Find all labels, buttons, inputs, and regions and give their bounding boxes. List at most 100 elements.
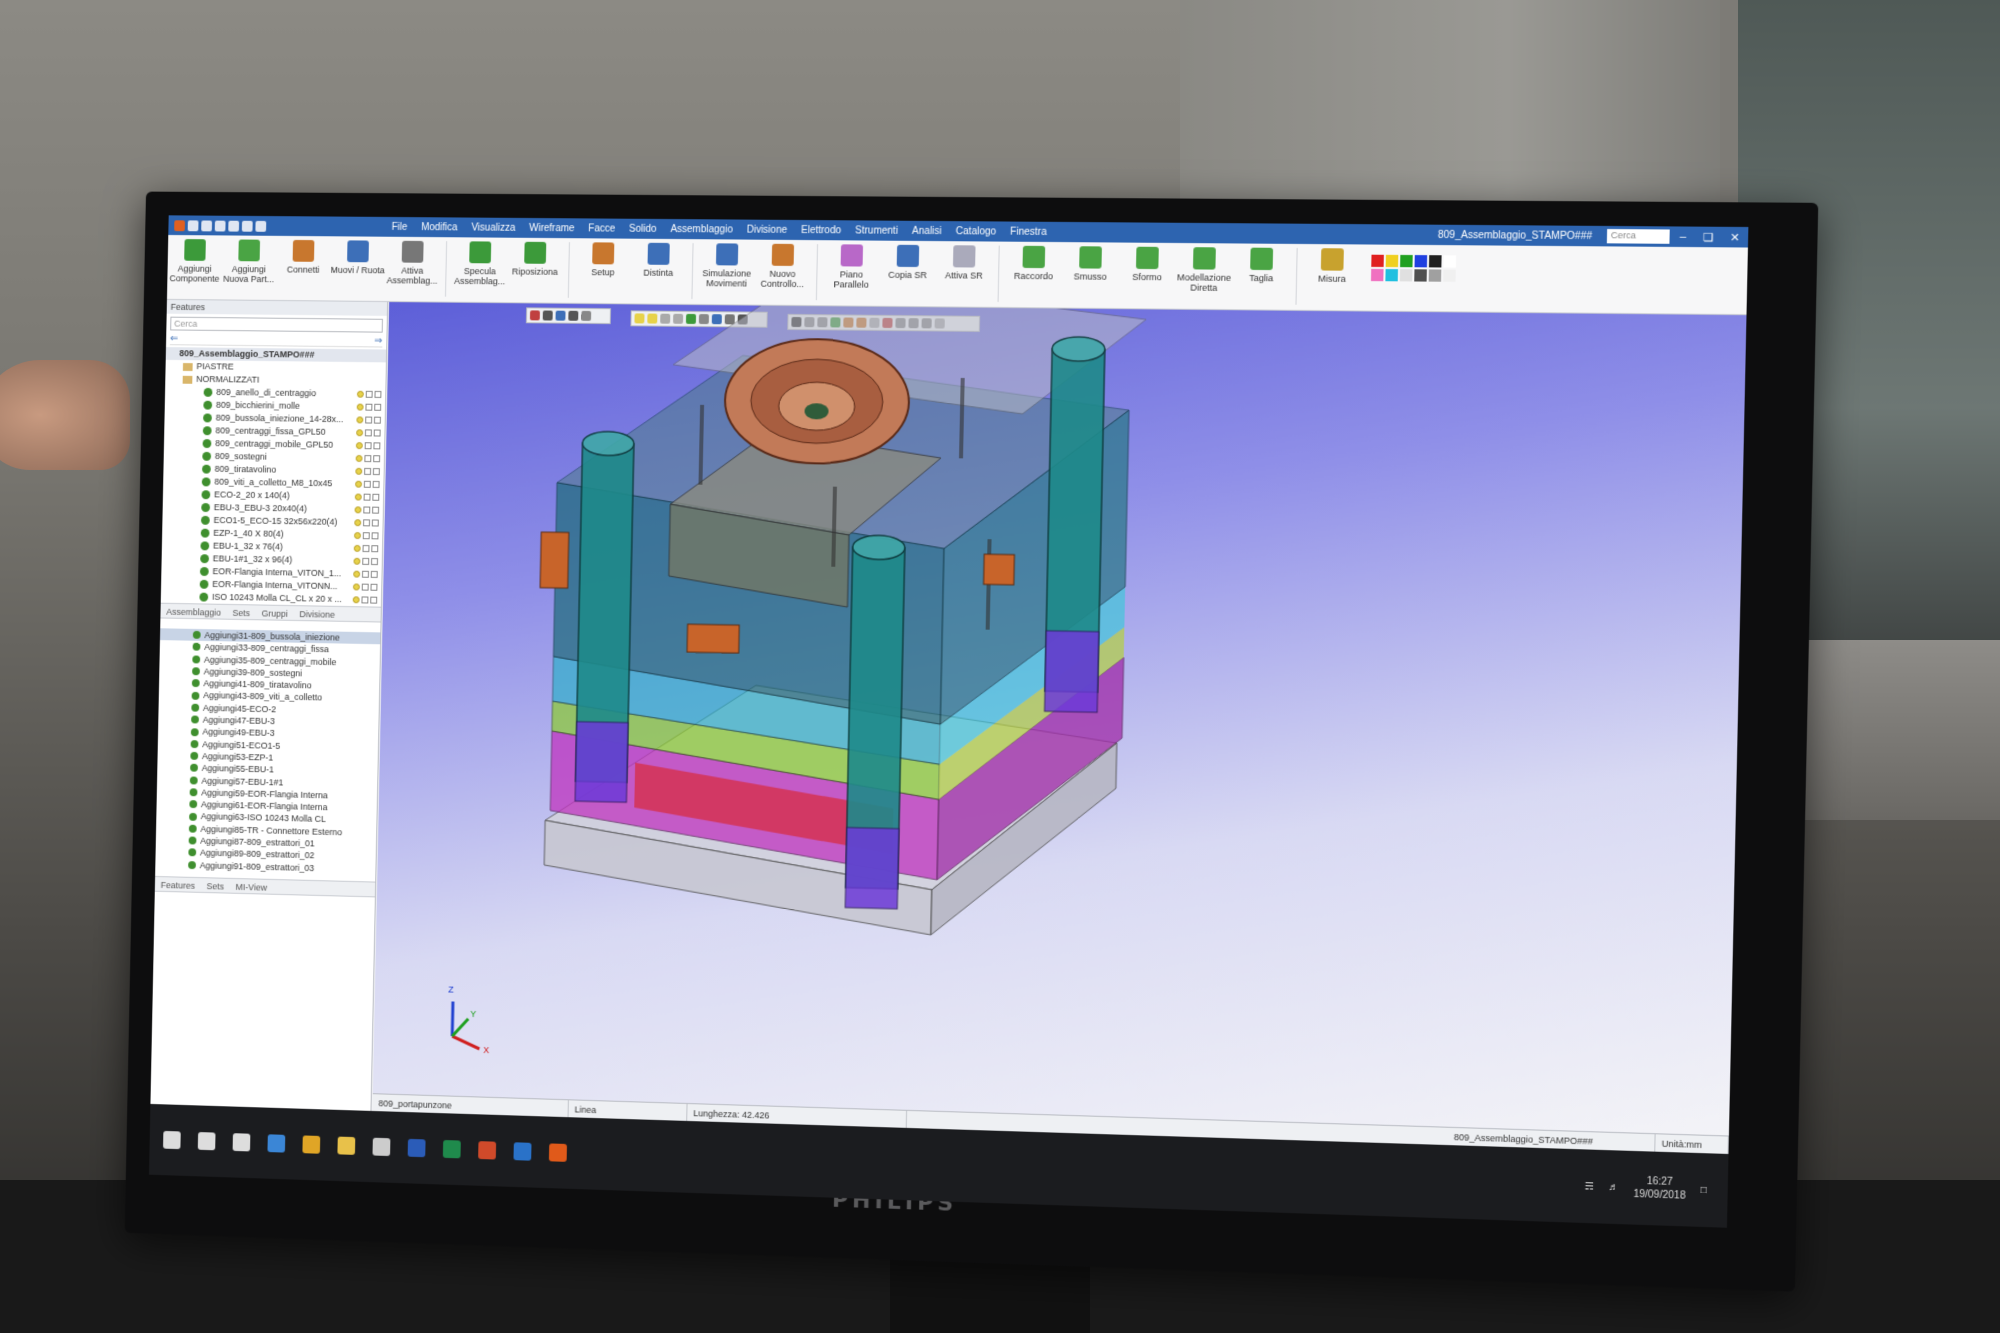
- menu-item[interactable]: Visualizza: [471, 222, 515, 233]
- ribbon-button[interactable]: Setup: [575, 242, 631, 277]
- lock-icon[interactable]: [365, 390, 373, 398]
- ribbon-button[interactable]: Distinta: [630, 242, 686, 278]
- undo-icon[interactable]: [241, 220, 253, 232]
- visibility-bulb-icon[interactable]: [352, 583, 360, 591]
- menu-item[interactable]: Strumenti: [855, 225, 898, 236]
- color-swatch[interactable]: [1428, 255, 1442, 268]
- lock-icon[interactable]: [363, 480, 371, 488]
- edge-icon[interactable]: [267, 1134, 286, 1153]
- panel-tab[interactable]: Sets: [206, 878, 225, 892]
- start-icon[interactable]: [163, 1130, 181, 1150]
- visibility-bulb-icon[interactable]: [353, 544, 361, 552]
- menu-item[interactable]: Facce: [588, 223, 615, 234]
- ribbon-button[interactable]: Muovi / Ruota: [330, 240, 385, 275]
- layer-icon[interactable]: [372, 493, 380, 501]
- forward-arrow-icon[interactable]: ⇒: [374, 336, 382, 347]
- color-swatch[interactable]: [1414, 255, 1428, 268]
- menu-item[interactable]: Catalogo: [956, 226, 997, 237]
- new-file-icon[interactable]: [187, 219, 199, 231]
- mold-assembly-model[interactable]: [373, 302, 1747, 1135]
- visibility-bulb-icon[interactable]: [354, 506, 362, 514]
- outlook-icon[interactable]: [513, 1142, 532, 1161]
- quick-access-toolbar[interactable]: [168, 219, 391, 233]
- notification-icon[interactable]: □: [1700, 1184, 1707, 1195]
- ribbon-button[interactable]: Attiva SR: [936, 245, 993, 281]
- ribbon-button[interactable]: Simulazione Movimenti: [699, 243, 756, 289]
- lock-icon[interactable]: [361, 583, 369, 591]
- lock-icon[interactable]: [361, 570, 369, 578]
- visibility-bulb-icon[interactable]: [356, 390, 364, 398]
- color-swatch[interactable]: [1400, 254, 1413, 268]
- ribbon-button[interactable]: Nuovo Controllo...: [754, 243, 811, 289]
- panel-tab[interactable]: Features: [161, 877, 196, 892]
- panel-tab[interactable]: MI-View: [236, 879, 268, 894]
- layer-icon[interactable]: [373, 442, 381, 450]
- save-icon[interactable]: [214, 220, 226, 232]
- visibility-bulb-icon[interactable]: [354, 532, 361, 540]
- visibility-bulb-icon[interactable]: [354, 519, 362, 527]
- layer-icon[interactable]: [371, 532, 379, 540]
- layer-icon[interactable]: [373, 455, 381, 463]
- ribbon-button[interactable]: Aggiungi Nuova Part...: [221, 239, 276, 284]
- app-logo-icon[interactable]: [174, 219, 186, 231]
- lock-icon[interactable]: [363, 506, 371, 514]
- lock-icon[interactable]: [363, 493, 371, 501]
- color-swatch[interactable]: [1385, 269, 1398, 282]
- 3d-viewport[interactable]: Z X Y: [372, 302, 1747, 1136]
- visibility-bulb-icon[interactable]: [356, 403, 364, 411]
- menu-item[interactable]: Elettrodo: [801, 225, 841, 236]
- color-swatch[interactable]: [1371, 254, 1384, 267]
- ribbon-button[interactable]: Misura: [1303, 248, 1361, 284]
- ribbon-button[interactable]: Aggiungi Componente: [167, 239, 222, 284]
- lock-icon[interactable]: [362, 557, 370, 565]
- store-icon[interactable]: [372, 1137, 391, 1157]
- ribbon-button[interactable]: Raccordo: [1005, 245, 1062, 282]
- menu-item[interactable]: Analisi: [912, 225, 942, 236]
- powerpoint-icon[interactable]: [478, 1141, 497, 1160]
- menu-item[interactable]: Assemblaggio: [670, 224, 733, 235]
- lock-icon[interactable]: [361, 596, 369, 604]
- volume-icon[interactable]: ♬: [1608, 1181, 1619, 1193]
- color-swatch[interactable]: [1385, 254, 1399, 268]
- ribbon-button[interactable]: Copia SR: [879, 244, 936, 281]
- lock-icon[interactable]: [364, 455, 372, 463]
- task-view-icon[interactable]: [232, 1133, 251, 1152]
- ribbon-button[interactable]: Attiva Assemblag...: [385, 240, 441, 286]
- layer-icon[interactable]: [373, 416, 381, 424]
- excel-icon[interactable]: [442, 1139, 461, 1159]
- ribbon-button[interactable]: Modellazione Diretta: [1175, 247, 1233, 293]
- color-swatch[interactable]: [1428, 269, 1442, 282]
- layer-icon[interactable]: [371, 558, 378, 566]
- visibility-bulb-icon[interactable]: [355, 442, 363, 450]
- menu-item[interactable]: File: [392, 221, 408, 232]
- color-swatch[interactable]: [1443, 269, 1456, 282]
- layer-icon[interactable]: [370, 596, 378, 604]
- layer-icon[interactable]: [372, 468, 380, 476]
- close-icon[interactable]: ✕: [1730, 230, 1740, 243]
- visibility-bulb-icon[interactable]: [353, 557, 361, 565]
- word-icon[interactable]: [407, 1138, 426, 1158]
- menu-item[interactable]: Finestra: [1010, 226, 1047, 237]
- color-swatch[interactable]: [1414, 269, 1427, 282]
- menu-item[interactable]: Wireframe: [529, 222, 575, 233]
- lock-icon[interactable]: [365, 416, 373, 424]
- ribbon-button[interactable]: Piano Parallelo: [823, 244, 880, 290]
- open-file-icon[interactable]: [201, 220, 213, 231]
- minimize-icon[interactable]: –: [1680, 230, 1687, 243]
- layer-icon[interactable]: [371, 545, 379, 553]
- lock-icon[interactable]: [365, 403, 373, 411]
- chrome-icon[interactable]: [302, 1135, 321, 1154]
- cad-app-icon[interactable]: [548, 1143, 567, 1162]
- layer-icon[interactable]: [370, 570, 378, 578]
- menu-item[interactable]: Divisione: [747, 224, 788, 235]
- layer-icon[interactable]: [370, 583, 378, 591]
- panel-tab[interactable]: Gruppi: [261, 606, 288, 620]
- lock-icon[interactable]: [364, 429, 372, 437]
- menu-item[interactable]: Modifica: [421, 222, 458, 233]
- visibility-bulb-icon[interactable]: [352, 596, 360, 604]
- layer-icon[interactable]: [372, 506, 380, 514]
- panel-tab[interactable]: Assemblaggio: [166, 604, 221, 619]
- visibility-bulb-icon[interactable]: [354, 493, 362, 501]
- lock-icon[interactable]: [364, 442, 372, 450]
- search-icon[interactable]: [197, 1132, 216, 1151]
